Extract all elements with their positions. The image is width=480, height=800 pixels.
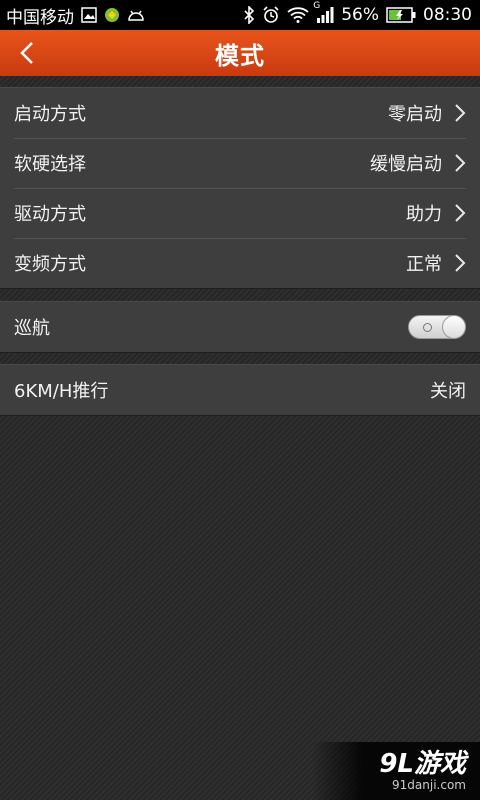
cruise-label: 巡航: [14, 318, 50, 339]
frequency-mode-row[interactable]: 变频方式 正常: [0, 238, 480, 288]
drive-mode-label: 驱动方式: [14, 204, 86, 225]
push-assist-value: 关闭: [430, 381, 466, 402]
network-type-label: G: [313, 1, 321, 11]
bluetooth-icon: [243, 6, 255, 24]
app-notification-icon: [104, 7, 120, 23]
watermark-url: 91danji.com: [392, 778, 466, 792]
chevron-right-icon: [454, 104, 466, 122]
cruise-toggle[interactable]: [408, 315, 466, 339]
push-assist-group: 6KM/H推行 关闭: [0, 364, 480, 416]
alarm-icon: [262, 6, 280, 24]
watermark-brand: 9L游戏: [379, 749, 466, 779]
mode-settings-group: 启动方式 零启动 软硬选择 缓慢启动 驱动方式 助力 变频方式 正常: [0, 87, 480, 289]
start-mode-row[interactable]: 启动方式 零启动: [0, 88, 480, 138]
title-bar: 模式: [0, 30, 480, 76]
start-mode-value: 零启动: [388, 104, 442, 125]
status-bar: 中国移动 G 56% 08:30: [0, 0, 480, 30]
clock-time: 08:30: [423, 5, 472, 25]
frequency-mode-value: 正常: [406, 254, 442, 275]
back-button[interactable]: [8, 34, 46, 72]
push-assist-row[interactable]: 6KM/H推行 关闭: [0, 365, 480, 415]
chevron-right-icon: [454, 154, 466, 172]
wifi-icon: [287, 7, 309, 23]
start-mode-label: 启动方式: [14, 104, 86, 125]
drive-mode-row[interactable]: 驱动方式 助力: [0, 188, 480, 238]
soft-hard-label: 软硬选择: [14, 154, 86, 175]
frequency-mode-label: 变频方式: [14, 254, 86, 275]
carrier-label: 中国移动: [6, 7, 74, 28]
chevron-right-icon: [454, 254, 466, 272]
image-icon: [81, 7, 97, 23]
chevron-left-icon: [20, 42, 33, 64]
soft-hard-row[interactable]: 软硬选择 缓慢启动: [0, 138, 480, 188]
battery-percent: 56%: [341, 5, 379, 25]
battery-icon: [386, 7, 416, 23]
android-icon: [127, 8, 145, 22]
drive-mode-value: 助力: [406, 204, 442, 225]
toggle-knob: [442, 315, 466, 339]
signal-icon: G: [313, 1, 334, 23]
off-indicator-icon: [423, 323, 432, 332]
soft-hard-value: 缓慢启动: [370, 154, 442, 175]
cruise-group: 巡航: [0, 301, 480, 353]
cruise-row: 巡航: [0, 302, 480, 352]
watermark: 9L游戏 91danji.com: [312, 742, 480, 800]
page-title: 模式: [215, 41, 265, 70]
push-assist-label: 6KM/H推行: [14, 381, 109, 402]
chevron-right-icon: [454, 204, 466, 222]
